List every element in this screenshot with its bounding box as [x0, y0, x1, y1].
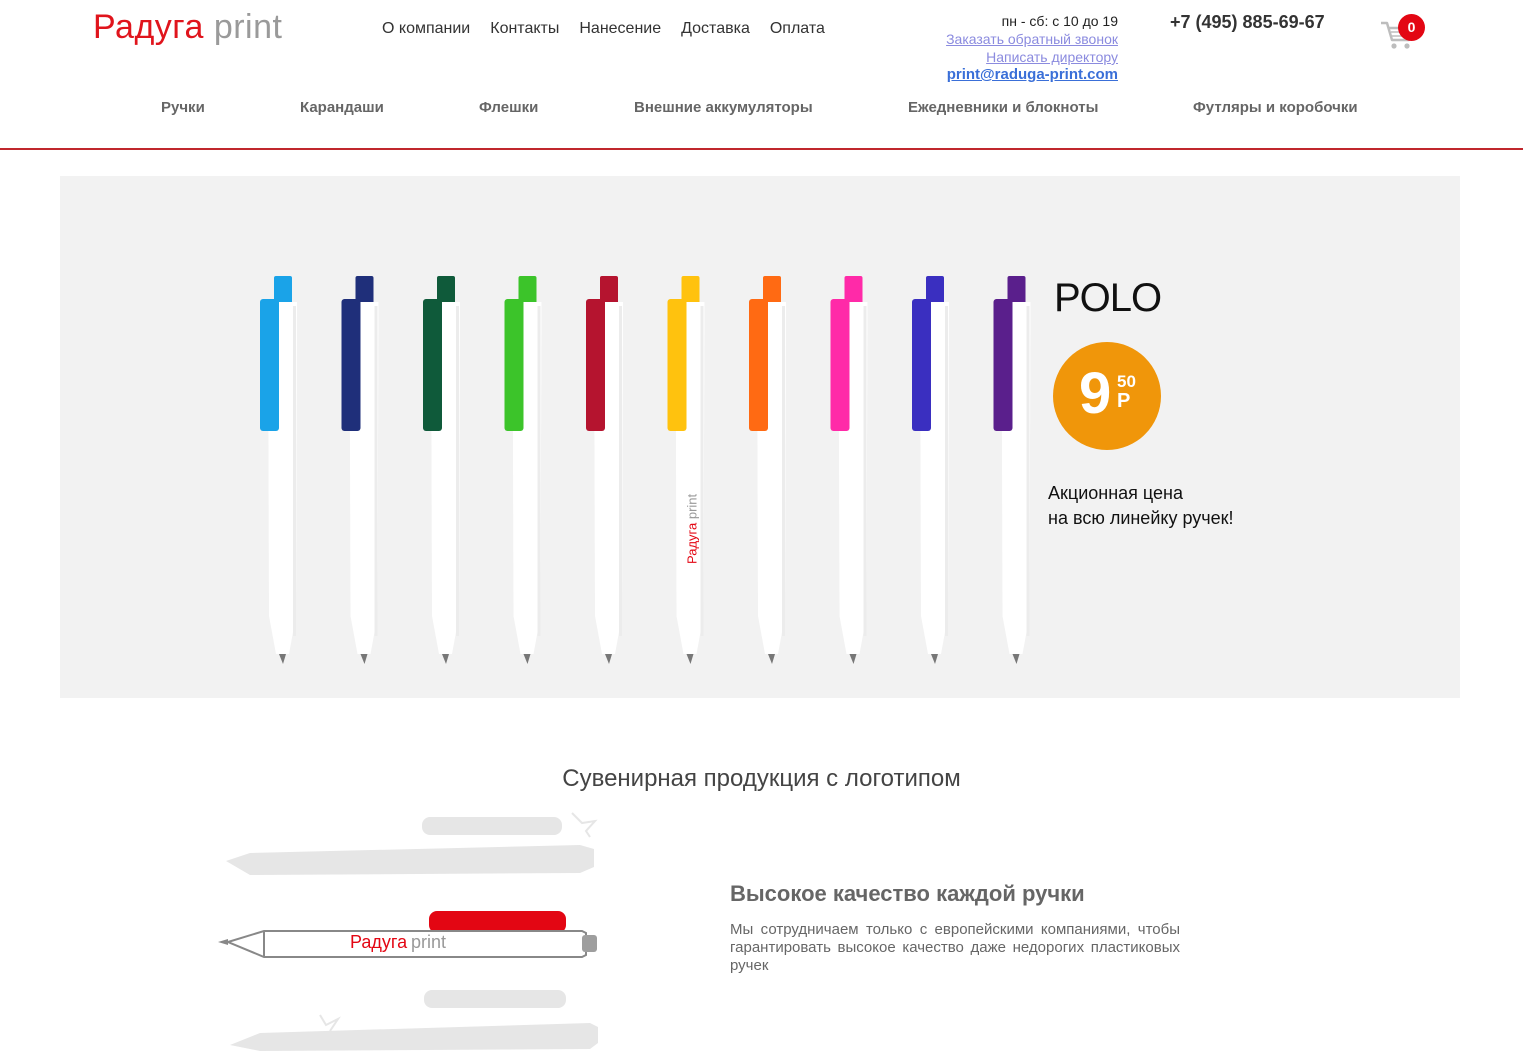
price-badge: 9 50 Р — [1053, 342, 1161, 450]
cart-count-badge[interactable]: 0 — [1398, 14, 1425, 41]
pen-logo-part1: Радуга — [350, 932, 408, 952]
section-title: Сувенирная продукция с логотипом — [562, 765, 961, 792]
promo-text: Акционная цена на всю линейку ручек! — [1048, 481, 1234, 531]
pen-6 — [667, 276, 705, 664]
pens-illustration: Радуга print — [260, 276, 1031, 664]
promo-banner[interactable]: Радуга print POLO 9 50 Р Акционная цена … — [60, 176, 1460, 698]
email-link[interactable]: print@raduga-print.com — [946, 66, 1118, 84]
pen-logo-part2: print — [411, 932, 446, 952]
category-pens[interactable]: Ручки — [161, 99, 205, 116]
pen-4 — [504, 276, 542, 664]
category-notebooks[interactable]: Ежедневники и блокноты — [908, 99, 1098, 116]
category-navigation: Ручки Карандаши Флешки Внешние аккумулят… — [0, 99, 1523, 119]
pen-5 — [586, 276, 623, 664]
promo-line-1: Акционная цена — [1048, 483, 1183, 503]
price-main: 9 — [1079, 361, 1112, 426]
nav-contacts[interactable]: Контакты — [490, 20, 559, 38]
callback-link[interactable]: Заказать обратный звонок — [946, 30, 1118, 48]
nav-about[interactable]: О компании — [382, 20, 470, 38]
contact-block: пн - сб: с 10 до 19 Заказать обратный зв… — [946, 12, 1118, 84]
pen-mechanism-illustration: Радуга print — [218, 812, 598, 1051]
category-pencils[interactable]: Карандаши — [300, 99, 384, 116]
category-power-banks[interactable]: Внешние аккумуляторы — [634, 99, 813, 116]
category-flash-drives[interactable]: Флешки — [479, 99, 538, 116]
logo-part1: Радуга — [93, 8, 204, 46]
branded-pen: Радуга print — [218, 911, 597, 958]
feature-text: Мы сотрудничаем только с европейскими ко… — [730, 921, 1180, 974]
working-hours: пн - сб: с 10 до 19 — [1001, 13, 1118, 29]
top-navigation: О компании Контакты Нанесение Доставка О… — [382, 20, 845, 38]
promo-line-2: на всю линейку ручек! — [1048, 508, 1234, 528]
pen-9 — [912, 276, 949, 664]
pen-7 — [749, 276, 786, 664]
write-director-link[interactable]: Написать директору — [946, 48, 1118, 66]
pen-8 — [830, 276, 868, 664]
pen-1 — [260, 276, 297, 664]
pen-print-logo: Радуга print — [685, 493, 700, 564]
logo-part2: print — [213, 8, 283, 46]
product-name: POLO — [1054, 276, 1162, 320]
price-currency: Р — [1117, 390, 1131, 412]
nav-printing[interactable]: Нанесение — [579, 20, 661, 38]
pen-2 — [341, 276, 379, 664]
nav-payment[interactable]: Оплата — [770, 20, 825, 38]
feature-title: Высокое качество каждой ручки — [730, 881, 1085, 906]
gray-pen-bottom — [230, 990, 598, 1051]
nav-delivery[interactable]: Доставка — [681, 20, 750, 38]
site-logo[interactable]: Радуга print — [93, 8, 282, 47]
pen-10 — [993, 276, 1031, 664]
category-cases[interactable]: Футляры и коробочки — [1193, 99, 1358, 116]
site-header: Радуга print О компании Контакты Нанесен… — [0, 0, 1523, 150]
phone-number[interactable]: +7 (495) 885-69-67 — [1170, 12, 1325, 33]
price-cents: 50 — [1117, 372, 1136, 391]
pen-3 — [423, 276, 460, 664]
gray-pen-top — [226, 812, 598, 875]
